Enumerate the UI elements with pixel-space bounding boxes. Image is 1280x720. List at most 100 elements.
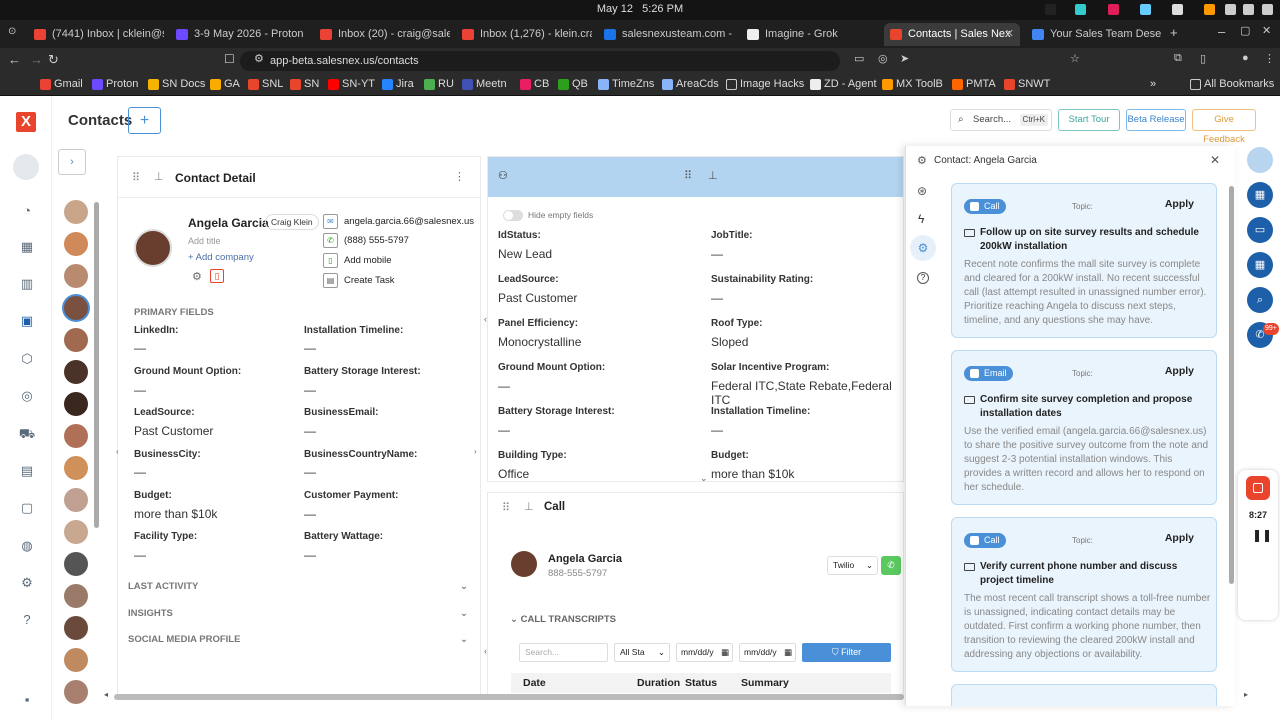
suggestion-card-partial[interactable] <box>951 684 1217 706</box>
tab-sales-team[interactable]: Your Sales Team Deserv <box>1026 23 1162 46</box>
field-value-roof-type[interactable]: Sloped <box>711 335 748 349</box>
tab-salesnexusteam[interactable]: salesnexusteam.com - C <box>598 23 734 46</box>
tab-gmail-inbox[interactable]: (7441) Inbox | cklein@sa <box>28 23 164 46</box>
drag-handle-icon[interactable]: ⠿ <box>684 169 692 182</box>
bookmark-sn[interactable]: SN <box>290 78 319 90</box>
field-value-building-type[interactable]: Office <box>498 467 529 481</box>
contact-avatar[interactable] <box>64 456 88 480</box>
card-icon[interactable]: ▭ <box>1247 217 1273 243</box>
field-value-jobtitle[interactable]: — <box>711 247 723 261</box>
global-search[interactable]: ⌕ Search... Ctrl+K <box>950 109 1052 131</box>
bookmark-sn-yt[interactable]: SN-YT <box>328 78 375 90</box>
hide-empty-toggle[interactable] <box>503 210 523 221</box>
forward-icon[interactable]: → <box>30 52 43 67</box>
companies-icon[interactable]: ▥ <box>18 276 36 294</box>
contact-avatar[interactable] <box>64 520 88 544</box>
section-social-media[interactable]: SOCIAL MEDIA PROFILE ⌄ <box>128 634 472 650</box>
bookmark-zd-agent[interactable]: ZD - Agent <box>810 78 877 90</box>
settings-icon[interactable]: ⚙ <box>192 270 202 283</box>
contact-email[interactable]: angela.garcia.66@salesnex.us <box>344 216 474 227</box>
field-value-battery-wattage[interactable]: — <box>304 548 316 562</box>
transcript-search[interactable]: Search... <box>519 643 608 662</box>
vpn-icon[interactable] <box>1172 4 1183 15</box>
field-value-panel-efficiency[interactable]: Monocrystalline <box>498 335 581 349</box>
contacts-icon[interactable]: ▣ <box>18 313 36 331</box>
contact-avatar[interactable] <box>64 488 88 512</box>
maximize-icon[interactable]: ▢ <box>1240 24 1250 37</box>
field-value-leadsource[interactable]: Past Customer <box>498 291 577 305</box>
field-value-facility-type[interactable]: — <box>134 548 146 562</box>
help-icon[interactable]: ? <box>917 272 929 284</box>
bookmark-image-hacks[interactable]: Image Hacks <box>726 78 804 90</box>
bookmark-areacds[interactable]: AreaCds <box>662 78 719 90</box>
star-icon[interactable]: ☆ <box>1070 52 1080 65</box>
contact-name[interactable]: Angela Garcia <box>188 216 269 230</box>
field-value-budget[interactable]: more than $10k <box>134 507 217 521</box>
suggestion-card[interactable]: Email Topic: Apply Confirm site survey c… <box>951 350 1217 505</box>
bookmarks-overflow-icon[interactable]: » <box>1150 78 1156 90</box>
field-value-business-country[interactable]: — <box>304 465 316 479</box>
ai-settings-icon[interactable]: ⚙ <box>910 235 936 261</box>
add-company-link[interactable]: + Add company <box>188 252 254 263</box>
pin-icon[interactable]: ⊥ <box>524 500 534 513</box>
field-value-battery-storage[interactable]: — <box>498 423 510 437</box>
expand-right-icon[interactable]: › <box>474 447 477 456</box>
suggestion-card[interactable]: Call Topic: Apply Follow up on site surv… <box>951 183 1217 338</box>
add-contact-button[interactable]: + <box>128 107 161 134</box>
expand-left-icon[interactable]: ‹ <box>116 447 119 456</box>
app-logo[interactable]: X <box>16 112 36 132</box>
bookmark-ru[interactable]: RU <box>424 78 454 90</box>
contact-avatar[interactable] <box>64 328 88 352</box>
bookmark-timezns[interactable]: TimeZns <box>598 78 654 90</box>
all-bookmarks[interactable]: All Bookmarks <box>1190 78 1274 90</box>
field-value-battery-storage[interactable]: — <box>304 383 316 397</box>
deals-icon[interactable]: ⬡ <box>18 351 36 369</box>
section-insights[interactable]: INSIGHTS ⌄ <box>128 608 472 624</box>
pin-icon[interactable]: ⊥ <box>708 169 718 182</box>
owner-badge[interactable]: Craig Klein <box>265 214 319 230</box>
bookmark-qb[interactable]: QB <box>558 78 588 90</box>
sidebar-icon[interactable]: ▯ <box>1200 52 1206 65</box>
contact-avatar[interactable] <box>64 424 88 448</box>
cloud-icon[interactable] <box>1075 4 1086 15</box>
browser-menu-icon[interactable]: ⊙ <box>8 26 16 37</box>
power-icon[interactable] <box>1262 4 1273 15</box>
field-value-leadsource[interactable]: Past Customer <box>134 424 213 438</box>
column-date[interactable]: Date <box>523 677 546 689</box>
user-avatar[interactable] <box>13 154 39 180</box>
contact-phone[interactable]: (888) 555-5797 <box>344 235 409 246</box>
new-tab-icon[interactable]: + <box>1170 25 1178 40</box>
wifi-icon[interactable] <box>1225 4 1236 15</box>
eye-icon[interactable]: ◎ <box>878 52 888 65</box>
field-value-ground-mount[interactable]: — <box>498 379 510 393</box>
bookmark-ga[interactable]: GA <box>210 78 240 90</box>
bookmark-pmta[interactable]: PMTA <box>952 78 996 90</box>
app-icon[interactable] <box>1140 4 1151 15</box>
column-status[interactable]: Status <box>685 677 717 689</box>
scroll-down-icon[interactable]: ⌄ <box>700 473 708 484</box>
contact-avatar[interactable] <box>64 648 88 672</box>
column-duration[interactable]: Duration <box>637 677 680 689</box>
date-from-field[interactable]: mm/dd/y ▦ <box>676 643 733 662</box>
window-close-icon[interactable]: ✕ <box>1262 24 1271 37</box>
mic-icon[interactable] <box>1204 4 1215 15</box>
minimize-icon[interactable]: – <box>1218 24 1225 39</box>
contact-avatar[interactable] <box>64 360 88 384</box>
menu-icon[interactable]: ⋮ <box>1264 52 1275 65</box>
bookmark-sn-docs[interactable]: SN Docs <box>148 78 205 90</box>
field-value-budget[interactable]: more than $10k <box>711 467 794 481</box>
contact-avatar[interactable] <box>64 584 88 608</box>
close-icon[interactable]: ✕ <box>1210 153 1220 167</box>
field-value-sustainability[interactable]: — <box>711 291 723 305</box>
bookmark-snl[interactable]: SNL <box>248 78 283 90</box>
create-task-link[interactable]: Create Task <box>344 275 395 286</box>
contact-avatar[interactable] <box>64 232 88 256</box>
contact-avatar[interactable] <box>64 200 88 224</box>
field-value-ground-mount[interactable]: — <box>134 383 146 397</box>
bookmark-cb[interactable]: CB <box>520 78 549 90</box>
templates-icon[interactable]: ⊛ <box>917 184 927 198</box>
bookmark-proton[interactable]: Proton <box>92 78 138 90</box>
start-tour-button[interactable]: Start Tour <box>1058 109 1120 131</box>
add-mobile-link[interactable]: Add mobile <box>344 255 392 266</box>
profile-icon[interactable]: ● <box>1242 52 1249 64</box>
